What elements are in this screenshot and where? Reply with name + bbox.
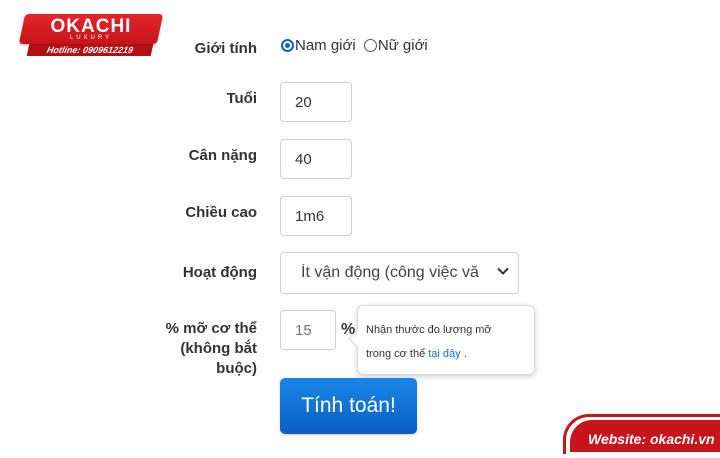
activity-label: Hoạt động <box>182 264 257 281</box>
gender-option-female-label: Nữ giới <box>377 37 428 54</box>
radio-checked-icon[interactable] <box>281 39 294 52</box>
gender-radio-group: Nam giới Nữ giới <box>281 37 432 56</box>
body-fat-label-line3: buộc) <box>216 360 257 377</box>
tooltip-line2: trong cơ thể tại đây . <box>366 342 526 366</box>
height-input[interactable] <box>280 196 352 236</box>
gender-label: Giới tính <box>194 40 257 57</box>
gender-option-male[interactable]: Nam giới <box>281 37 356 54</box>
body-fat-input[interactable] <box>280 310 336 350</box>
activity-select[interactable]: Ít vận động (công việc vă <box>280 252 519 294</box>
body-fat-label: % mỡ cơ thể (không bắt buộc) <box>166 319 257 379</box>
calculate-button[interactable]: Tính toán! <box>280 378 417 434</box>
body-fat-label-line1: % mỡ cơ thể <box>165 320 257 337</box>
tooltip-link[interactable]: tại đây <box>428 348 460 360</box>
weight-label: Cân nặng <box>188 147 257 164</box>
chevron-down-icon <box>496 264 510 281</box>
age-label: Tuổi <box>226 90 257 107</box>
tooltip-line2-prefix: trong cơ thể <box>366 348 429 360</box>
okachi-logo: OKACHI LUXURY Hotline: 0909612219 <box>18 14 164 56</box>
tooltip-line1: Nhận thước đo lượng mỡ <box>366 324 492 336</box>
weight-input[interactable] <box>280 139 352 179</box>
body-fat-tooltip: Nhận thước đo lượng mỡ trong cơ thể tại … <box>357 305 535 375</box>
body-fat-label-line2: (không bắt <box>180 340 257 357</box>
gender-option-male-label: Nam giới <box>295 37 356 54</box>
website-badge: Website: okachi.vn <box>570 420 720 452</box>
activity-selected-value: Ít vận động (công việc vă <box>301 264 479 281</box>
logo-hotline: Hotline: 0909612219 <box>26 44 154 56</box>
logo-sub: LUXURY <box>69 35 113 41</box>
height-label: Chiều cao <box>185 204 257 221</box>
tooltip-line2-suffix: . <box>460 348 467 360</box>
age-input[interactable] <box>280 82 352 122</box>
gender-option-female[interactable]: Nữ giới <box>363 37 428 54</box>
radio-unchecked-icon[interactable] <box>363 39 377 52</box>
